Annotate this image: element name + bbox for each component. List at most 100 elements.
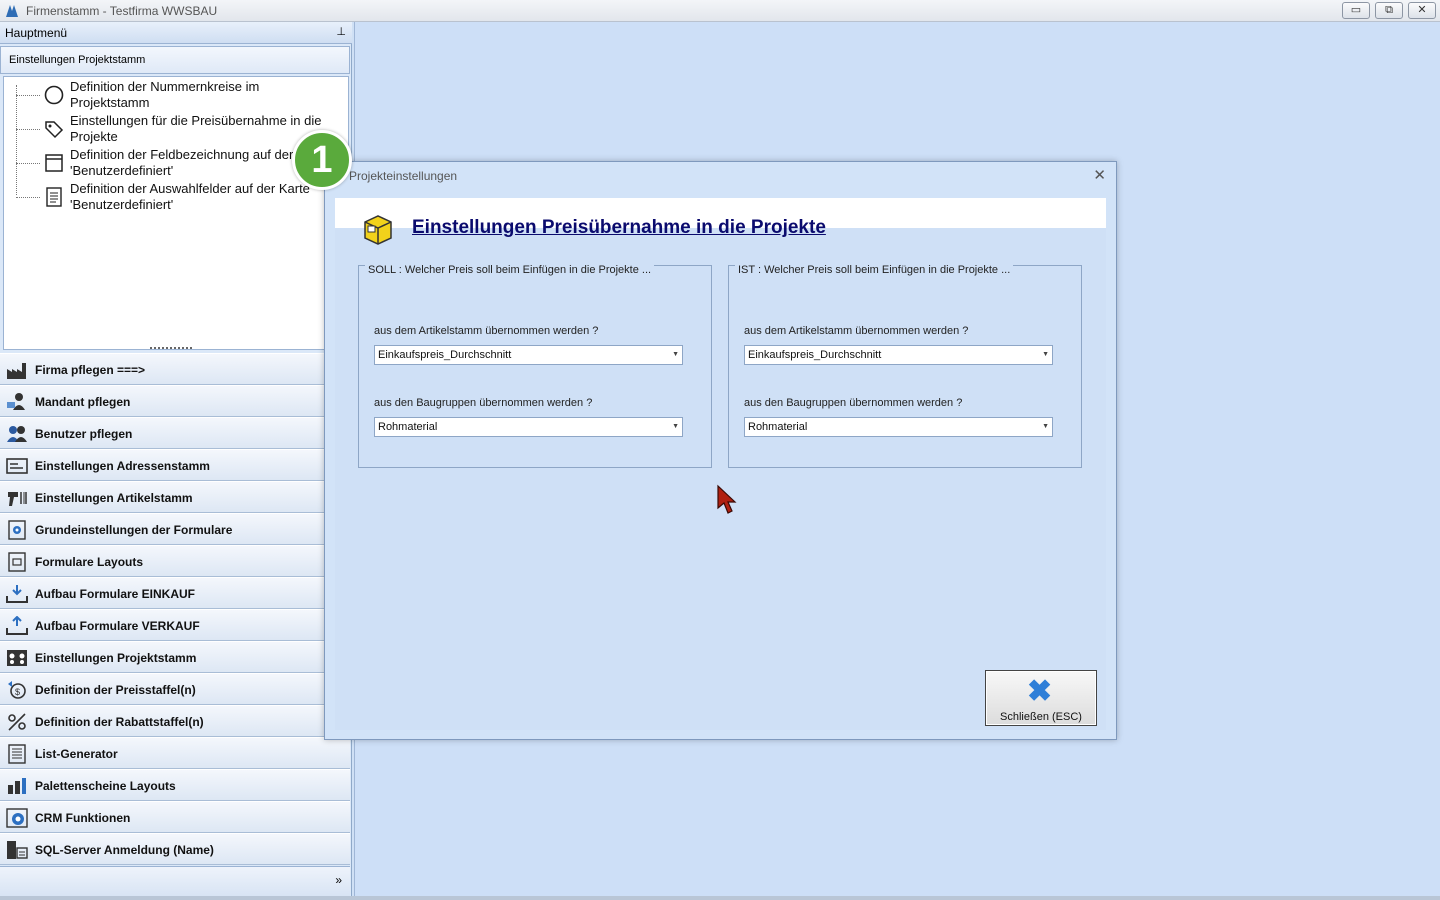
nav-item-label: Aufbau Formulare EINKAUF xyxy=(35,587,196,601)
package-settings-icon xyxy=(364,215,392,245)
app-logo-icon xyxy=(6,5,18,17)
dialog-close-icon[interactable]: ✕ xyxy=(1093,166,1106,184)
chevron-double-down-icon[interactable]: » xyxy=(335,873,342,887)
svg-text:$: $ xyxy=(15,687,20,697)
close-window-button[interactable]: ✕ xyxy=(1408,2,1436,19)
ist-group-select[interactable]: Rohmaterial ▼ xyxy=(744,417,1053,437)
mouse-cursor-icon xyxy=(717,484,737,514)
minimize-button[interactable]: ▭ xyxy=(1342,2,1370,19)
nav-item-label: Definition der Preisstaffel(n) xyxy=(35,683,196,697)
chevron-down-icon[interactable]: ▼ xyxy=(1042,423,1049,430)
close-dialog-button[interactable]: ✖ Schließen (ESC) xyxy=(985,670,1097,726)
form-settings-icon xyxy=(8,520,26,540)
dialog-title: Projekteinstellungen xyxy=(349,169,458,183)
soll-article-value: Einkaufspreis_Durchschnitt xyxy=(378,349,512,361)
restore-button[interactable]: ⧉ xyxy=(1375,2,1403,19)
users-icon xyxy=(7,426,27,442)
panel-splitter[interactable] xyxy=(150,347,192,351)
pallet-icon xyxy=(8,778,26,794)
chevron-down-icon[interactable]: ▼ xyxy=(672,423,679,430)
nav-item-label: Definition der Rabattstaffel(n) xyxy=(35,715,204,729)
nav-item-einkauf[interactable]: Aufbau Formulare EINKAUF xyxy=(0,577,350,609)
soll-group-value: Rohmaterial xyxy=(378,421,438,433)
soll-group-label: aus den Baugruppen übernommen werden ? xyxy=(374,397,593,409)
download-tray-icon xyxy=(6,585,28,603)
soll-article-select[interactable]: Einkaufspreis_Durchschnitt ▼ xyxy=(374,345,683,365)
section-header-label: Einstellungen Projektstamm xyxy=(9,54,146,66)
nav-item-label: Einstellungen Adressenstamm xyxy=(35,459,210,473)
soll-group-select[interactable]: Rohmaterial ▼ xyxy=(374,417,683,437)
nav-item-label: Firma pflegen ===> xyxy=(35,363,146,377)
barcode-scanner-icon xyxy=(8,492,27,506)
settings-tree: Definition der Nummernkreise im Projekts… xyxy=(3,76,349,350)
circle-icon xyxy=(44,85,64,105)
projekteinstellungen-dialog: Projekteinstellungen ✕ Einstellungen Pre… xyxy=(324,161,1117,740)
client-icon xyxy=(7,393,25,410)
chevron-down-icon[interactable]: ▼ xyxy=(1042,351,1049,358)
main-menu-title: Hauptmenü xyxy=(5,26,68,40)
nav-item-label: Mandant pflegen xyxy=(35,395,131,409)
nav-item-artikelstamm[interactable]: Einstellungen Artikelstamm xyxy=(0,481,350,513)
address-card-icon xyxy=(6,458,28,474)
nav-item-sql-server[interactable]: SQL-Server Anmeldung (Name) xyxy=(0,833,350,865)
soll-article-label: aus dem Artikelstamm übernommen werden ? xyxy=(374,325,599,337)
nav-item-label: Aufbau Formulare VERKAUF xyxy=(35,619,200,633)
nav-item-verkauf[interactable]: Aufbau Formulare VERKAUF xyxy=(0,609,350,641)
ist-article-label: aus dem Artikelstamm übernommen werden ? xyxy=(744,325,969,337)
ist-group-label: aus den Baugruppen übernommen werden ? xyxy=(744,397,963,409)
upload-tray-icon xyxy=(6,616,28,635)
nav-item-label: Einstellungen Artikelstamm xyxy=(35,491,193,505)
chevron-down-icon[interactable]: ▼ xyxy=(672,351,679,358)
nav-item-label: Grundeinstellungen der Formulare xyxy=(35,523,233,537)
nav-item-formulare-layouts[interactable]: Formulare Layouts xyxy=(0,545,350,577)
section-header-projektstamm[interactable]: Einstellungen Projektstamm xyxy=(0,46,350,74)
nav-item-list-generator[interactable]: List-Generator xyxy=(0,737,350,769)
nav-item-grundeinstellungen[interactable]: Grundeinstellungen der Formulare xyxy=(0,513,350,545)
price-tag-icon xyxy=(45,121,64,139)
layout-icon xyxy=(8,552,26,572)
nav-item-crm[interactable]: CRM Funktionen xyxy=(0,801,350,833)
nav-item-preisstaffel[interactable]: $ Definition der Preisstaffel(n) xyxy=(0,673,350,705)
nav-item-adressenstamm[interactable]: Einstellungen Adressenstamm xyxy=(0,449,350,481)
list-icon xyxy=(8,744,26,764)
nav-item-label: Benutzer pflegen xyxy=(35,427,133,441)
nav-item-label: SQL-Server Anmeldung (Name) xyxy=(35,843,214,857)
ist-article-value: Einkaufspreis_Durchschnitt xyxy=(748,349,882,361)
main-menu-header: Hauptmenü ⊥ xyxy=(0,22,352,44)
close-button-label: Schließen (ESC) xyxy=(1000,711,1082,723)
tree-item-auswahlfelder[interactable]: Definition der Auswahlfelder auf der Kar… xyxy=(16,180,346,214)
tree-item-nummernkreise[interactable]: Definition der Nummernkreise im Projekts… xyxy=(16,78,346,112)
ist-group-value: Rohmaterial xyxy=(748,421,808,433)
nav-item-label: Einstellungen Projektstamm xyxy=(35,651,197,665)
project-icon xyxy=(7,650,27,666)
nav-item-mandant[interactable]: Mandant pflegen xyxy=(0,385,350,417)
tree-item-label: Definition der Nummernkreise im Projekts… xyxy=(70,79,260,110)
nav-item-label: List-Generator xyxy=(35,747,118,761)
nav-item-label: Formulare Layouts xyxy=(35,555,144,569)
window-titlebar: Firmenstamm - Testfirma WWSBAU ▭ ⧉ ✕ xyxy=(0,0,1440,22)
percent-icon xyxy=(8,713,26,731)
tree-item-label: Definition der Auswahlfelder auf der Kar… xyxy=(70,181,310,212)
dialog-headline: Einstellungen Preisübernahme in die Proj… xyxy=(412,217,826,238)
nav-item-projektstamm[interactable]: Einstellungen Projektstamm xyxy=(0,641,350,673)
step-badge: 1 xyxy=(292,130,352,190)
ist-legend: IST : Welcher Preis soll beim Einfügen i… xyxy=(735,264,1014,276)
server-icon xyxy=(7,841,28,859)
pin-icon[interactable]: ⊥ xyxy=(336,25,346,38)
soll-groupbox: SOLL : Welcher Preis soll beim Einfügen … xyxy=(358,264,712,468)
ist-article-select[interactable]: Einkaufspreis_Durchschnitt ▼ xyxy=(744,345,1053,365)
status-strip xyxy=(0,896,1440,900)
soll-legend: SOLL : Welcher Preis soll beim Einfügen … xyxy=(365,264,655,276)
nav-item-firma[interactable]: Firma pflegen ===> xyxy=(0,353,350,385)
form-icon xyxy=(45,154,63,172)
dialog-body: Einstellungen Preisübernahme in die Proj… xyxy=(335,198,1106,730)
nav-item-palettenscheine[interactable]: Palettenscheine Layouts xyxy=(0,769,350,801)
nav-item-rabattstaffel[interactable]: Definition der Rabattstaffel(n) xyxy=(0,705,350,737)
nav-item-benutzer[interactable]: Benutzer pflegen xyxy=(0,417,350,449)
factory-icon xyxy=(7,363,26,379)
close-x-icon: ✖ xyxy=(1027,675,1053,708)
tree-item-preisuebernahme[interactable]: Einstellungen für die Preisübernahme in … xyxy=(16,112,346,146)
list-document-icon xyxy=(46,187,62,207)
nav-footer: » xyxy=(0,866,350,900)
nav-item-label: Palettenscheine Layouts xyxy=(35,779,176,793)
